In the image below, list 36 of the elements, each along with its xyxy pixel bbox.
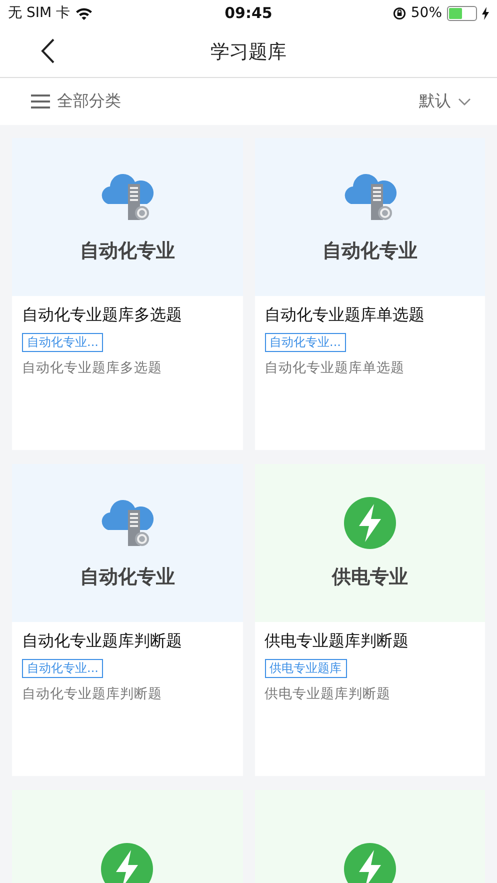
cover-label: 自动化专业 (80, 239, 175, 264)
card-description: 供电专业题库判断题 (264, 685, 390, 703)
charging-icon (482, 6, 489, 20)
back-icon[interactable] (41, 38, 55, 64)
rotation-lock-icon (392, 6, 406, 20)
category-tag: 自动化专业... (22, 659, 104, 678)
battery-percent: 50% (410, 5, 442, 21)
card-description: 自动化专业题库判断题 (22, 685, 162, 703)
category-tag: 供电专业题库 (264, 659, 346, 678)
card-title: 自动化专业题库单选题 (264, 305, 424, 326)
category-tag: 自动化专业... (264, 333, 346, 352)
course-card[interactable]: 自动化专业 自动化专业题库单选题 自动化专业... 自动化专业题库单选题 (254, 138, 485, 450)
course-card[interactable]: 自动化专业 自动化专业题库判断题 自动化专业... 自动化专业题库判断题 (12, 464, 242, 776)
lightning-icon (342, 496, 397, 550)
category-filter[interactable]: 全部分类 (31, 91, 121, 112)
lightning-icon (100, 842, 154, 883)
course-card[interactable]: 供电专业 供电专业题库判断题 供电专业题库 供电专业题库判断题 (254, 464, 485, 776)
card-description: 自动化专业题库单选题 (264, 359, 404, 377)
battery-icon (447, 6, 477, 20)
category-tag: 自动化专业... (22, 333, 104, 352)
caret-icon (458, 98, 471, 106)
cover-label: 自动化专业 (80, 565, 175, 590)
page-title: 学习题库 (210, 40, 286, 64)
card-title: 自动化专业题库判断题 (22, 631, 182, 652)
course-card[interactable]: 自动化专业 自动化专业题库多选题 自动化专业... 自动化专业题库多选题 (12, 138, 242, 450)
card-title: 自动化专业题库多选题 (22, 305, 182, 326)
sort-dropdown[interactable]: 默认 (419, 91, 471, 112)
menu-icon (31, 94, 50, 109)
card-title: 供电专业题库判断题 (264, 631, 408, 652)
cover-label: 供电专业 (332, 565, 408, 590)
card-description: 自动化专业题库多选题 (22, 359, 162, 377)
cover-label: 自动化专业 (322, 239, 418, 264)
status-time: 09:45 (224, 4, 272, 22)
carrier-text: 无 SIM 卡 (8, 4, 70, 22)
lightning-icon (342, 842, 397, 883)
wifi-icon (75, 6, 93, 20)
